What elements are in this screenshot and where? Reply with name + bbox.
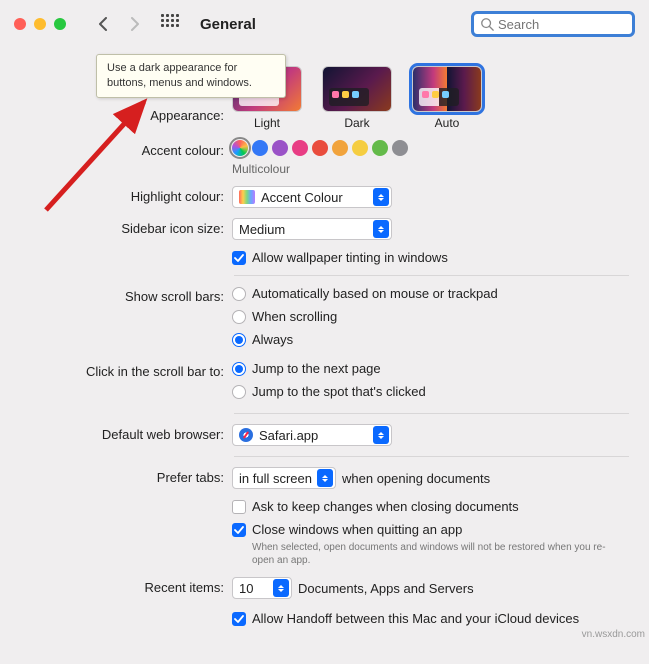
accent-color-picker	[232, 140, 629, 156]
accent-color-8[interactable]	[392, 140, 408, 156]
scroll-click-radio-label-0: Jump to the next page	[252, 361, 381, 376]
appearance-auto-label: Auto	[435, 116, 460, 130]
recent-select[interactable]: 10	[232, 577, 292, 599]
accent-color-7[interactable]	[372, 140, 388, 156]
recent-label: Recent items:	[0, 577, 232, 595]
appearance-light-label: Light	[254, 116, 280, 130]
close-window-button[interactable]	[14, 18, 26, 30]
accent-color-0[interactable]	[232, 140, 248, 156]
search-icon	[480, 17, 494, 31]
accent-label: Accent colour:	[0, 140, 232, 158]
recent-suffix: Documents, Apps and Servers	[298, 581, 474, 596]
tabs-select[interactable]: in full screen	[232, 467, 336, 489]
close-windows-note: When selected, open documents and window…	[252, 541, 612, 567]
scroll-bars-radio-2[interactable]	[232, 333, 246, 347]
scroll-bars-radio-0[interactable]	[232, 287, 246, 301]
scroll-bars-label: Show scroll bars:	[0, 286, 232, 304]
scroll-click-radio-label-1: Jump to the spot that's clicked	[252, 384, 426, 399]
accent-color-4[interactable]	[312, 140, 328, 156]
handoff-checkbox[interactable]	[232, 612, 246, 626]
appearance-dark-label: Dark	[344, 116, 369, 130]
appearance-auto[interactable]: Auto	[412, 66, 482, 130]
scroll-click-label: Click in the scroll bar to:	[0, 361, 232, 379]
minimize-window-button[interactable]	[34, 18, 46, 30]
wallpaper-tint-label: Allow wallpaper tinting in windows	[252, 250, 448, 265]
scroll-bars-radio-label-1: When scrolling	[252, 309, 337, 324]
browser-value: Safari.app	[259, 428, 318, 443]
all-prefs-button[interactable]	[158, 12, 184, 36]
scroll-click-radio-0[interactable]	[232, 362, 246, 376]
accent-color-1[interactable]	[252, 140, 268, 156]
accent-color-3[interactable]	[292, 140, 308, 156]
accent-name: Multicolour	[232, 162, 629, 176]
scroll-bars-radio-1[interactable]	[232, 310, 246, 324]
recent-value: 10	[239, 581, 253, 596]
watermark: vn.wsxdn.com	[582, 629, 645, 640]
tabs-value: in full screen	[239, 471, 312, 486]
toolbar: General	[0, 0, 649, 48]
nav-buttons	[90, 12, 148, 36]
highlight-label: Highlight colour:	[0, 186, 232, 204]
traffic-lights	[14, 18, 66, 30]
appearance-tooltip: Use a dark appearance for buttons, menus…	[96, 54, 286, 98]
appearance-dark[interactable]: Dark	[322, 66, 392, 130]
grid-icon	[161, 14, 181, 34]
ask-changes-checkbox[interactable]	[232, 500, 246, 514]
sidebar-size-value: Medium	[239, 222, 285, 237]
scroll-bars-radio-label-0: Automatically based on mouse or trackpad	[252, 286, 498, 301]
ask-changes-label: Ask to keep changes when closing documen…	[252, 499, 519, 514]
safari-icon	[239, 428, 253, 442]
highlight-select[interactable]: Accent Colour	[232, 186, 392, 208]
close-windows-checkbox[interactable]	[232, 523, 246, 537]
sidebar-size-select[interactable]: Medium	[232, 218, 392, 240]
search-input[interactable]	[498, 17, 626, 32]
forward-button[interactable]	[122, 12, 148, 36]
close-windows-label: Close windows when quitting an app	[252, 522, 462, 537]
tabs-label: Prefer tabs:	[0, 467, 232, 485]
browser-label: Default web browser:	[0, 424, 232, 442]
scroll-bars-radio-label-2: Always	[252, 332, 293, 347]
browser-select[interactable]: Safari.app	[232, 424, 392, 446]
accent-color-6[interactable]	[352, 140, 368, 156]
window-title: General	[200, 16, 256, 33]
search-field[interactable]	[471, 11, 635, 37]
accent-color-2[interactable]	[272, 140, 288, 156]
highlight-swatch-icon	[239, 190, 255, 204]
wallpaper-tint-checkbox[interactable]	[232, 251, 246, 265]
accent-color-5[interactable]	[332, 140, 348, 156]
back-button[interactable]	[90, 12, 116, 36]
sidebar-size-label: Sidebar icon size:	[0, 218, 232, 236]
zoom-window-button[interactable]	[54, 18, 66, 30]
handoff-label: Allow Handoff between this Mac and your …	[252, 611, 579, 626]
tabs-suffix: when opening documents	[342, 471, 490, 486]
highlight-value: Accent Colour	[261, 190, 343, 205]
scroll-click-radio-1[interactable]	[232, 385, 246, 399]
